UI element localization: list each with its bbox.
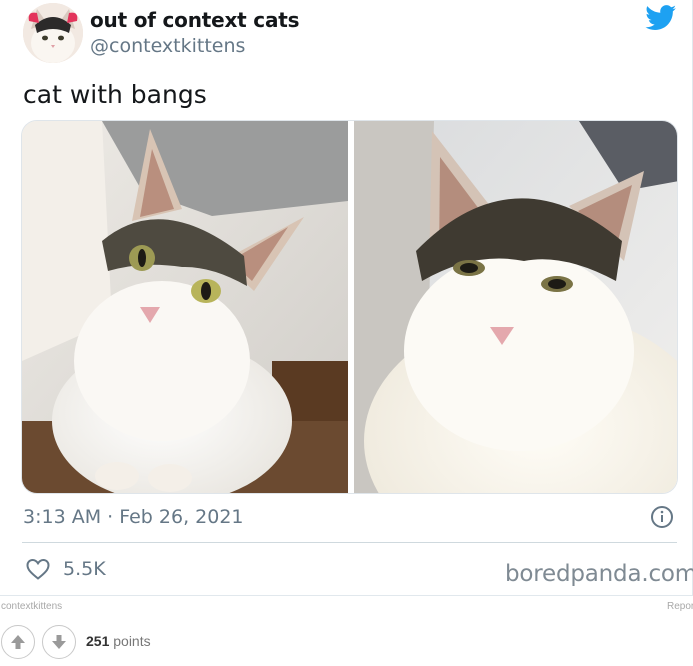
tweet-timestamp[interactable]: 3:13 AM · Feb 26, 2021 — [23, 506, 244, 528]
source-credit[interactable]: contextkittens — [1, 601, 62, 612]
points-value: 251 — [86, 633, 110, 649]
like-count: 5.5K — [63, 558, 106, 580]
info-icon[interactable] — [650, 505, 674, 529]
points-count: 251 points — [86, 633, 151, 649]
twitter-bird-icon[interactable] — [645, 5, 677, 31]
tweet-text: cat with bangs — [23, 80, 207, 109]
heart-icon — [26, 558, 50, 580]
downvote-button[interactable] — [42, 625, 76, 659]
cat-photo-right[interactable] — [354, 121, 677, 493]
divider — [22, 542, 677, 543]
report-link[interactable]: Report — [667, 601, 693, 612]
cat-photo-left[interactable] — [22, 121, 348, 493]
points-label: points — [113, 633, 151, 649]
display-name[interactable]: out of context cats — [90, 8, 300, 32]
tweet-card: out of context cats @contextkittens cat … — [0, 0, 693, 596]
like-button[interactable]: 5.5K — [25, 555, 106, 583]
boredpanda-watermark: boredpanda.com — [505, 561, 693, 587]
avatar[interactable] — [23, 3, 83, 63]
arrow-up-icon — [11, 635, 25, 649]
tweet-media[interactable] — [21, 120, 678, 494]
arrow-down-icon — [52, 635, 66, 649]
handle[interactable]: @contextkittens — [90, 35, 245, 57]
upvote-button[interactable] — [1, 625, 35, 659]
avatar-cat-image — [23, 3, 83, 63]
